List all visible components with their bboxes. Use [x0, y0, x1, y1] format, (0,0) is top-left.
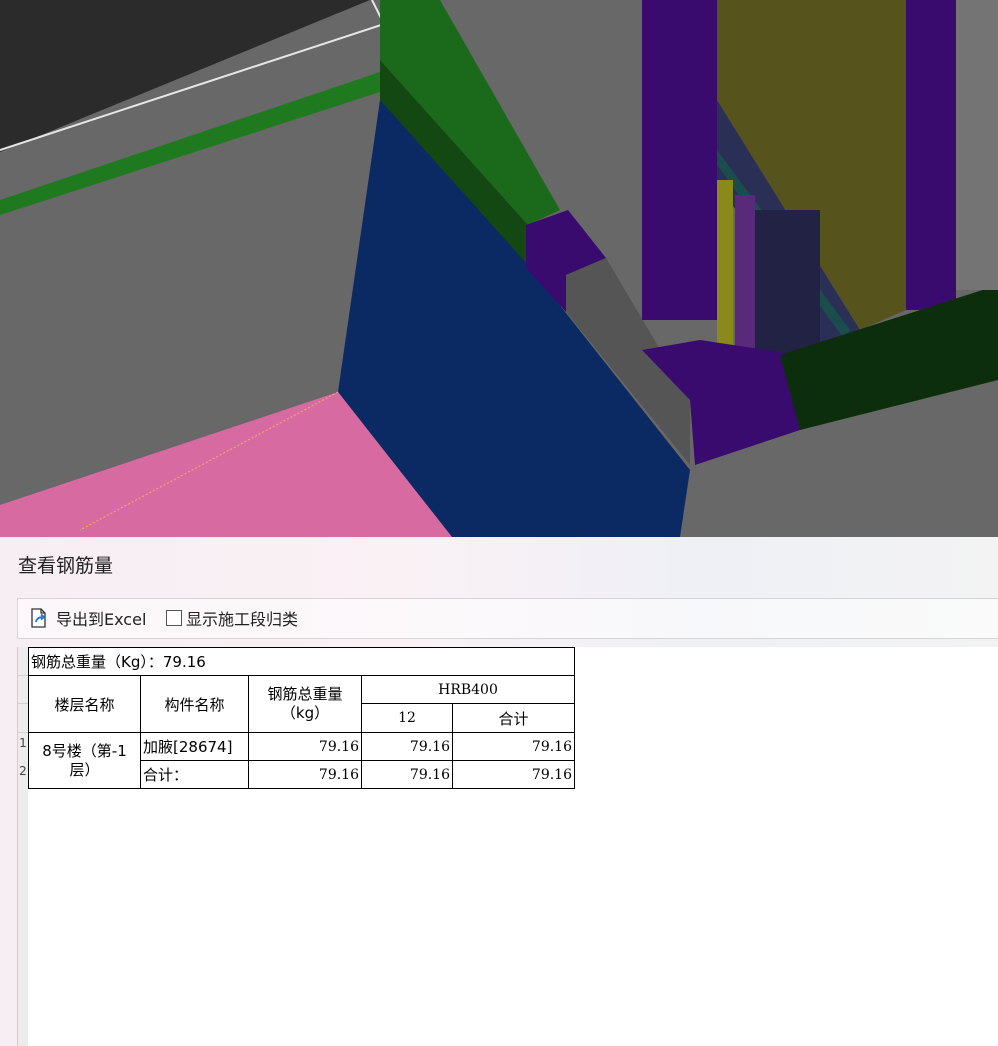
yellow-strip	[717, 180, 733, 370]
3d-model-view[interactable]	[0, 0, 998, 537]
d12-cell: 79.16	[361, 732, 453, 761]
right-wall	[956, 0, 998, 290]
gutter-header	[18, 675, 28, 704]
export-label: 导出到Excel	[56, 610, 147, 629]
component-cell: 合计：	[140, 760, 249, 789]
sum-cell: 79.16	[452, 732, 575, 761]
panel-toolbar: 导出到Excel 显示施工段归类	[17, 598, 998, 639]
total-weight-summary: 钢筋总重量（Kg）：79.16	[28, 647, 575, 676]
group-by-stage-label: 显示施工段归类	[186, 610, 299, 629]
panel-title: 查看钢筋量	[18, 555, 114, 577]
total-weight-cell: 79.16	[248, 760, 362, 789]
purple-column-right	[906, 0, 956, 310]
sum-cell: 79.16	[452, 760, 575, 789]
rebar-report-table: 钢筋总重量（Kg）：79.16 楼层名称 构件名称 钢筋总重量（kg） HRB4…	[28, 647, 575, 789]
total-weight-cell: 79.16	[248, 732, 362, 761]
purple-column-left	[642, 0, 717, 320]
total-weight-header: 钢筋总重量（kg）	[248, 675, 362, 733]
diameter-header: 12	[361, 703, 453, 733]
group-by-stage-checkbox[interactable]: 显示施工段归类	[166, 606, 298, 630]
row-number-gutter: 1 2	[18, 647, 28, 1046]
model-viewport[interactable]	[0, 0, 998, 537]
table-row[interactable]: 8号楼（第-1层） 加腋[28674] 79.16 79.16 79.16	[28, 732, 575, 789]
subtotal-header: 合计	[452, 703, 575, 733]
violet-strip	[735, 195, 755, 370]
floor-name-cell: 8号楼（第-1层）	[28, 732, 141, 789]
rebar-quantity-panel: 查看钢筋量 导出到Excel 显示施工段归类 1 2 钢筋总重量（Kg）：79.…	[0, 537, 998, 1046]
report-area: 1 2 钢筋总重量（Kg）：79.16 楼层名称 构件名称 钢筋总重量（kg） …	[17, 647, 998, 1046]
gutter-header	[18, 647, 28, 676]
gutter-header	[18, 703, 28, 733]
export-excel-button[interactable]: 导出到Excel	[28, 606, 146, 630]
header-row: 楼层名称 构件名称 钢筋总重量（kg） HRB400	[28, 675, 575, 733]
export-icon	[31, 608, 46, 628]
grade-header: HRB400	[361, 675, 575, 704]
row-number: 1	[19, 736, 27, 750]
checkbox-box[interactable]	[166, 610, 182, 626]
row-number: 2	[19, 764, 27, 778]
component-name-header: 构件名称	[140, 675, 249, 733]
floor-name-header: 楼层名称	[28, 675, 141, 733]
summary-row: 钢筋总重量（Kg）：79.16	[28, 647, 575, 676]
d12-cell: 79.16	[361, 760, 453, 789]
component-cell: 加腋[28674]	[140, 732, 249, 761]
